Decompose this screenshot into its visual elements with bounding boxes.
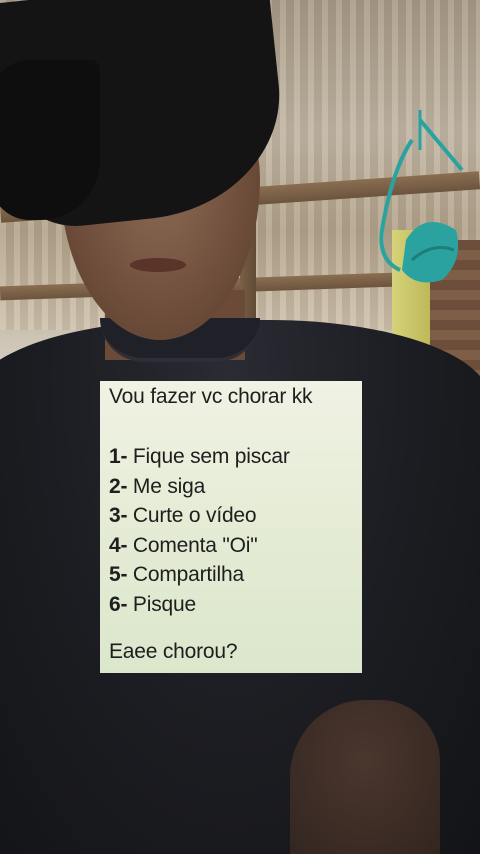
step-text: Fique sem piscar (132, 445, 290, 468)
steps-list: 1- Fique sem piscar 2- Me siga 3- Curte … (109, 442, 354, 619)
cap-brim (0, 60, 100, 220)
step-number: 2- (109, 474, 128, 498)
list-item: 6- Pisque (109, 590, 354, 620)
step-text: Pisque (132, 592, 196, 616)
blurred-hand (290, 700, 440, 854)
step-text: Me siga (132, 474, 206, 498)
mouth (130, 258, 186, 272)
step-text: Compartilha (132, 563, 244, 586)
list-item: 1- Fique sem piscar (109, 442, 354, 472)
step-number: 6- (109, 592, 128, 616)
step-number: 1- (109, 445, 128, 468)
step-text: Curte o vídeo (132, 504, 257, 527)
hanging-swimsuit-icon (379, 110, 464, 283)
list-item: 2- Me siga (109, 472, 354, 502)
list-item: 5- Compartilha (109, 560, 354, 590)
step-number: 3- (109, 504, 128, 527)
text-overlay-card: Vou fazer vc chorar kk 1- Fique sem pisc… (100, 381, 362, 673)
step-number: 5- (109, 563, 128, 586)
list-item: 3- Curte o vídeo (109, 501, 354, 531)
step-number: 4- (109, 533, 128, 557)
step-text: Comenta "Oi" (132, 533, 258, 557)
list-item: 4- Comenta "Oi" (109, 531, 354, 561)
overlay-footer: Eaee chorou? (109, 640, 238, 663)
overlay-title: Vou fazer vc chorar kk (109, 385, 313, 408)
